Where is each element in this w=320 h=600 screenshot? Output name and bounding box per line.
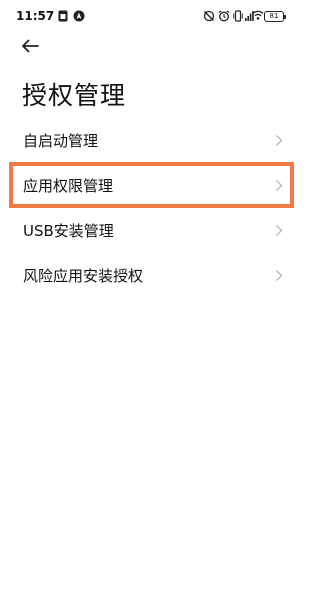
menu-item-autostart[interactable]: 自启动管理: [0, 118, 306, 162]
battery-icon: 81: [264, 11, 286, 22]
menu-item-app-permissions[interactable]: 应用权限管理: [0, 163, 306, 207]
menu-item-label: 应用权限管理: [23, 177, 114, 195]
back-arrow-icon: [20, 39, 40, 58]
chevron-right-icon: [275, 132, 283, 151]
no-disturb-icon: [203, 10, 215, 22]
menu-item-label: USB安装管理: [23, 222, 114, 240]
menu-item-label: 自启动管理: [23, 132, 99, 150]
navigation-icon: [73, 10, 85, 22]
chevron-right-icon: [275, 267, 283, 286]
menu-item-label: 风险应用安装授权: [23, 267, 144, 285]
page-title: 授权管理: [22, 81, 127, 110]
back-button[interactable]: [20, 38, 44, 58]
menu-item-usb-install[interactable]: USB安装管理: [0, 208, 306, 252]
wifi-icon: [252, 9, 264, 21]
sim-card-icon: [58, 10, 68, 22]
status-bar: 11:57 81: [0, 0, 306, 34]
menu-item-risky-app-install[interactable]: 风险应用安装授权: [0, 253, 306, 297]
chevron-right-icon: [275, 222, 283, 241]
chevron-right-icon: [275, 177, 283, 196]
alarm-icon: [218, 10, 230, 22]
status-time: 11:57: [16, 9, 55, 23]
vibrate-icon: [233, 10, 243, 22]
